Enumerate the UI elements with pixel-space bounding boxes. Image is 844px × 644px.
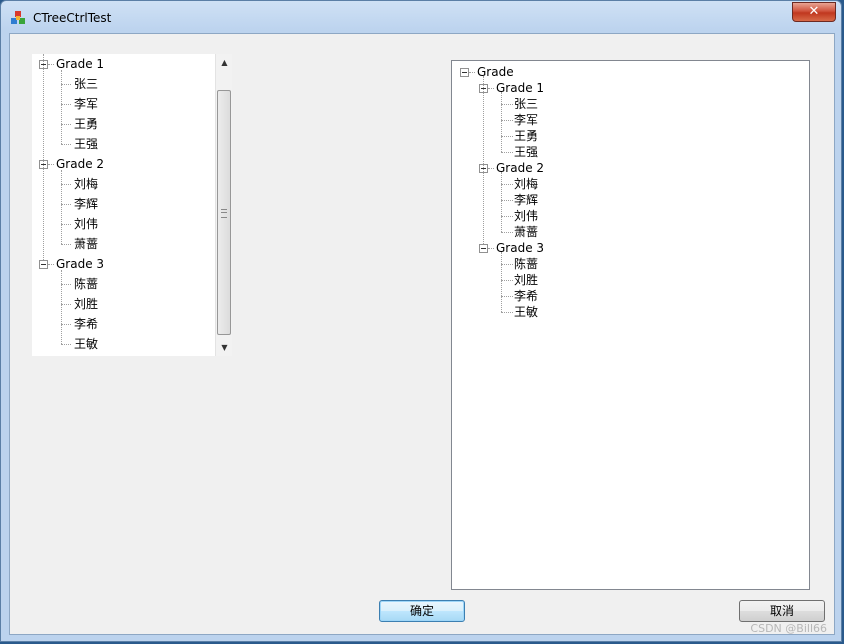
tree-connector [501, 200, 513, 201]
tree-leaf-node[interactable]: 李军 [74, 94, 98, 114]
scrollbar-thumb[interactable] [217, 90, 231, 335]
tree-leaf-node[interactable]: 王强 [514, 144, 538, 160]
tree-leaf-node[interactable]: 王敏 [74, 334, 98, 354]
cancel-button[interactable]: 取消 [739, 600, 825, 622]
watermark: CSDN @Bill66 [750, 622, 827, 635]
tree-leaf-node[interactable]: 刘梅 [74, 174, 98, 194]
tree-connector [61, 144, 71, 145]
tree-connector [43, 54, 44, 260]
app-icon [11, 11, 25, 24]
tree-connector [501, 120, 513, 121]
title-bar[interactable]: CTreeCtrlTest ✕ [1, 1, 841, 33]
tree-leaf-node[interactable]: 刘梅 [514, 176, 538, 192]
tree-connector [61, 170, 62, 244]
collapse-toggle-icon[interactable] [460, 68, 469, 77]
tree-connector [48, 264, 54, 265]
tree-connector [61, 344, 71, 345]
tree-leaf-node[interactable]: 陈蔷 [74, 274, 98, 294]
scrollbar-grip-icon [221, 209, 227, 218]
tree-connector [61, 244, 71, 245]
right-tree-view[interactable]: Grade Grade 1 张三 李军 王勇 王强 Grade 2 刘梅 李辉 刘伟 萧蔷 Grade… [451, 60, 810, 590]
tree-group-node[interactable]: Grade 3 [56, 254, 104, 274]
close-icon: ✕ [808, 4, 820, 19]
tree-leaf-node[interactable]: 李希 [514, 288, 538, 304]
tree-group-node[interactable]: Grade 1 [56, 54, 104, 74]
tree-connector [488, 88, 494, 89]
tree-connector [501, 136, 513, 137]
tree-group-node[interactable]: Grade 1 [496, 80, 544, 96]
tree-connector [501, 172, 502, 232]
tree-connector [61, 324, 71, 325]
tree-leaf-node[interactable]: 李辉 [74, 194, 98, 214]
tree-connector [61, 184, 71, 185]
tree-leaf-node[interactable]: 刘胜 [514, 272, 538, 288]
tree-connector [61, 224, 71, 225]
tree-leaf-node[interactable]: 李希 [74, 314, 98, 334]
tree-connector [501, 252, 502, 312]
tree-leaf-node[interactable]: 萧蔷 [514, 224, 538, 240]
window-title: CTreeCtrlTest [33, 11, 112, 25]
tree-connector [48, 64, 54, 65]
tree-leaf-node[interactable]: 王勇 [514, 128, 538, 144]
tree-leaf-node[interactable]: 李军 [514, 112, 538, 128]
close-button[interactable]: ✕ [792, 2, 836, 22]
tree-leaf-node[interactable]: 李辉 [514, 192, 538, 208]
tree-connector [483, 76, 484, 244]
tree-group-node[interactable]: Grade 2 [496, 160, 544, 176]
tree-leaf-node[interactable]: 陈蔷 [514, 256, 538, 272]
tree-leaf-node[interactable]: 张三 [74, 74, 98, 94]
tree-connector [488, 248, 494, 249]
scroll-up-arrow-icon[interactable]: ▲ [216, 54, 232, 71]
left-tree-scrollbar[interactable]: ▲ ▼ [215, 54, 232, 356]
tree-connector [501, 152, 513, 153]
tree-connector [488, 168, 494, 169]
collapse-toggle-icon[interactable] [479, 244, 488, 253]
tree-connector [501, 264, 513, 265]
tree-group-node[interactable]: Grade 3 [496, 240, 544, 256]
tree-leaf-node[interactable]: 刘胜 [74, 294, 98, 314]
tree-connector [61, 104, 71, 105]
dialog-client-area: Grade 1 张三 李军 王勇 王强 Grade 2 刘梅 李辉 刘伟 萧蔷 Grade 3 陈蔷刘… [9, 33, 835, 635]
tree-connector [501, 216, 513, 217]
tree-connector [61, 284, 71, 285]
tree-connector [61, 70, 62, 144]
tree-leaf-node[interactable]: 萧蔷 [74, 234, 98, 254]
tree-connector [469, 72, 475, 73]
tree-connector [61, 84, 71, 85]
tree-group-node[interactable]: Grade 2 [56, 154, 104, 174]
scroll-down-arrow-icon[interactable]: ▼ [216, 339, 232, 356]
tree-connector [501, 280, 513, 281]
tree-connector [501, 232, 513, 233]
tree-connector [501, 296, 513, 297]
dialog-window: CTreeCtrlTest ✕ Grade 1 张三 李军 王勇 王强 Grade 2 刘梅… [0, 0, 842, 642]
tree-connector [501, 184, 513, 185]
tree-connector [61, 304, 71, 305]
tree-leaf-node[interactable]: 王敏 [514, 304, 538, 320]
ok-button[interactable]: 确定 [379, 600, 465, 622]
tree-connector [501, 104, 513, 105]
left-tree-view[interactable]: Grade 1 张三 李军 王勇 王强 Grade 2 刘梅 李辉 刘伟 萧蔷 Grade 3 陈蔷刘… [32, 54, 232, 356]
tree-connector [501, 312, 513, 313]
tree-connector [61, 204, 71, 205]
tree-leaf-node[interactable]: 刘伟 [514, 208, 538, 224]
tree-connector [61, 270, 62, 344]
tree-connector [501, 92, 502, 152]
tree-connector [48, 164, 54, 165]
collapse-toggle-icon[interactable] [39, 260, 48, 269]
tree-connector [61, 124, 71, 125]
tree-leaf-node[interactable]: 王强 [74, 134, 98, 154]
tree-leaf-node[interactable]: 王勇 [74, 114, 98, 134]
tree-leaf-node[interactable]: 张三 [514, 96, 538, 112]
tree-leaf-node[interactable]: 刘伟 [74, 214, 98, 234]
